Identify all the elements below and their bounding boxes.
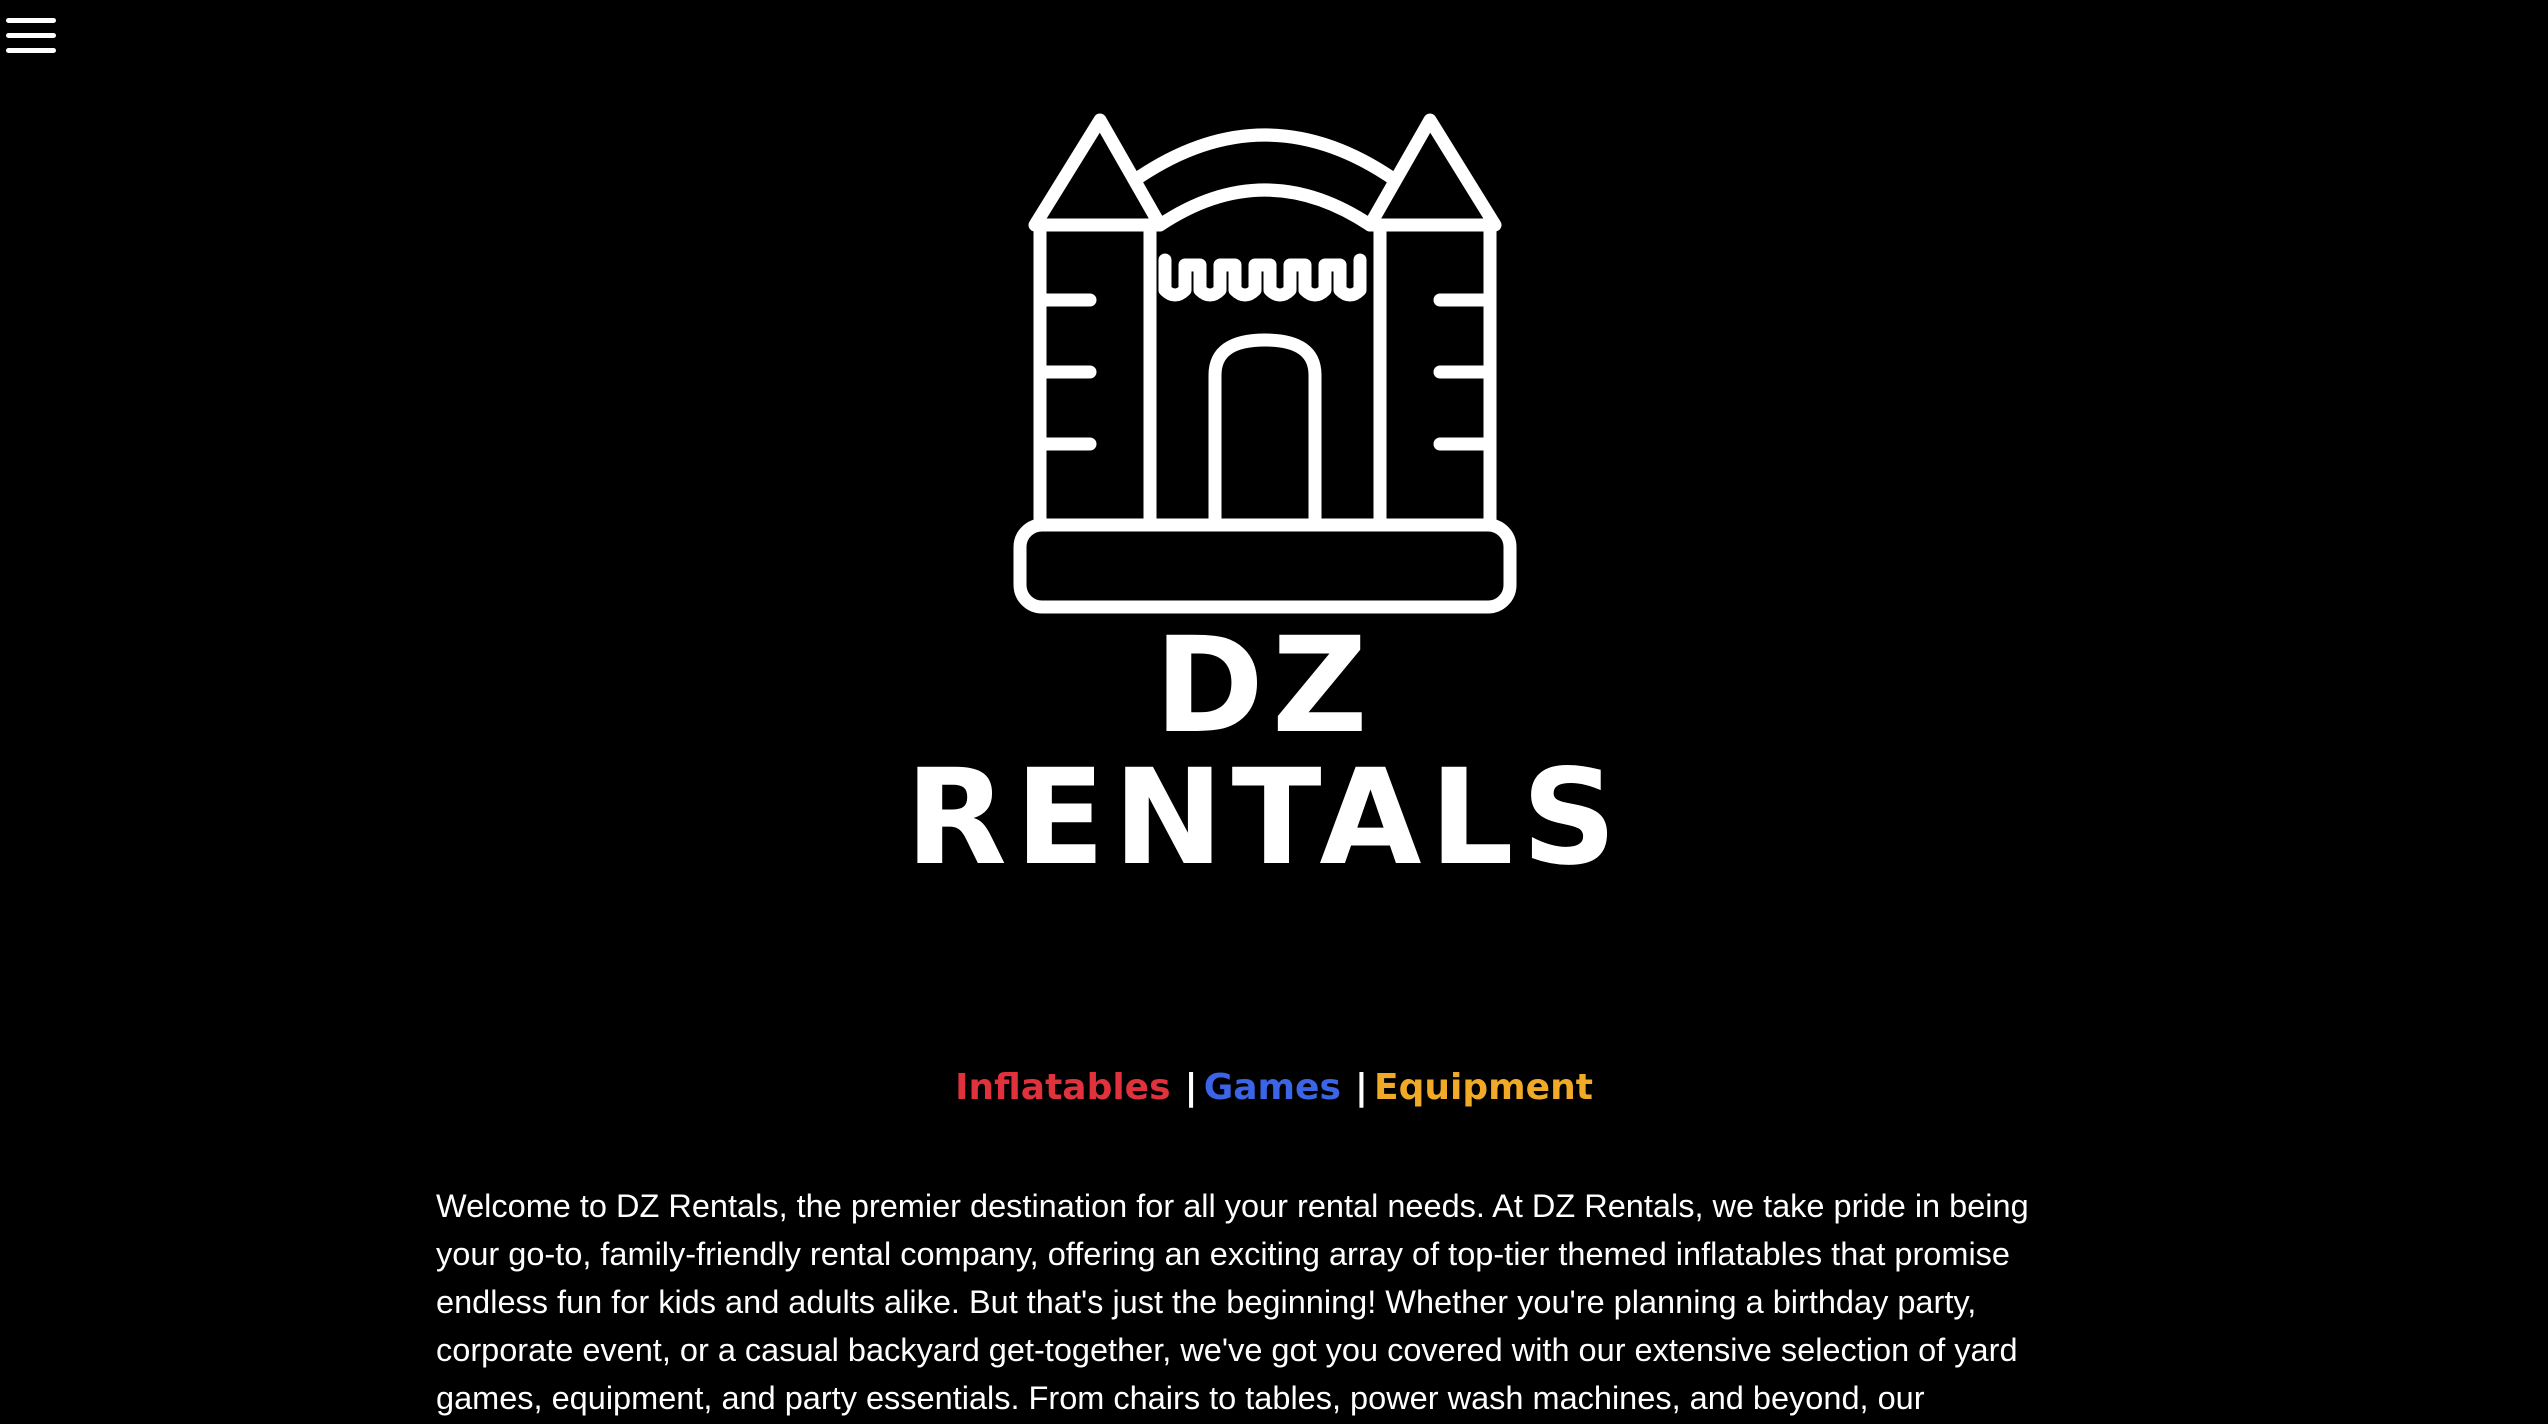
nav-link-equipment[interactable]: Equipment [1374, 1067, 1593, 1108]
intro-paragraph: Welcome to DZ Rentals, the premier desti… [436, 1188, 2029, 1416]
nav-separator: | [1354, 1067, 1369, 1108]
nav-link-games[interactable]: Games [1204, 1067, 1341, 1108]
page: DZ RENTALS Inflatables | Games | Equipment W… [0, 0, 2548, 1424]
hamburger-menu-icon[interactable] [6, 14, 58, 58]
site-logo[interactable]: DZ RENTALS [800, 100, 1730, 884]
bounce-castle-icon [1013, 113, 1517, 614]
nav-link-inflatables[interactable]: Inflatables [955, 1067, 1170, 1108]
nav-separator: | [1184, 1067, 1198, 1108]
logo-text: DZ RENTALS [905, 609, 1625, 895]
category-nav: Inflatables | Games | Equipment [0, 1062, 2548, 1114]
